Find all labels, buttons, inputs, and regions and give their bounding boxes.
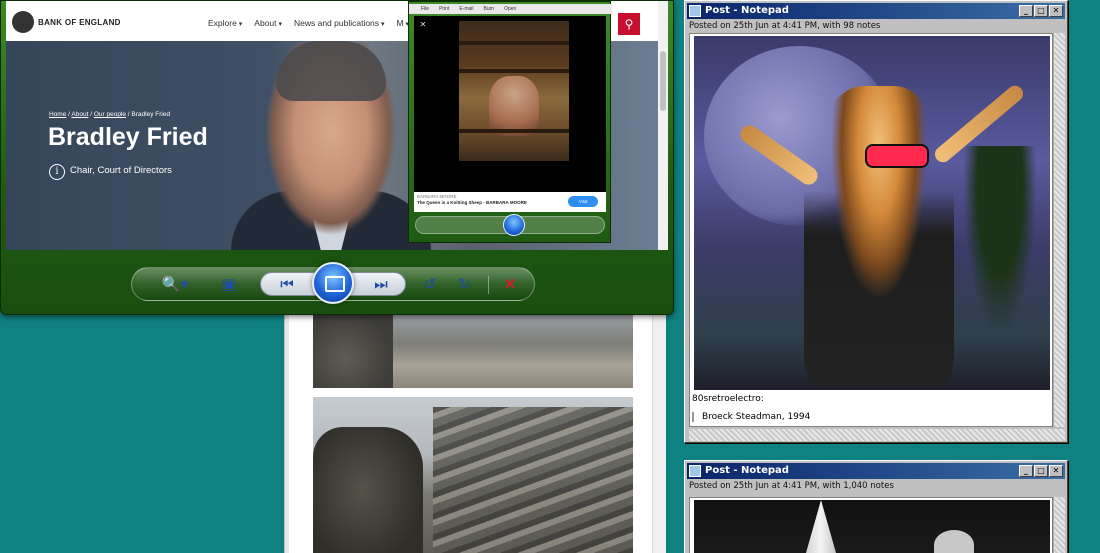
- webpage-scrollbar: [658, 1, 668, 250]
- zoom-icon[interactable]: 🔍▾: [158, 274, 192, 296]
- portrait-hair: [276, 41, 386, 101]
- mini-slideshow-icon[interactable]: [503, 214, 525, 236]
- mini-toolbar: [415, 214, 605, 236]
- boe-logo-icon: [12, 11, 34, 33]
- window-buttons: _ □ ✕: [1019, 465, 1063, 477]
- mini-menu-bar: File Print E-mail Burn Open: [409, 4, 612, 14]
- mini-menu-file[interactable]: File: [421, 4, 429, 14]
- mini-menu-email[interactable]: E-mail: [459, 4, 473, 14]
- viewer-toolbar: 🔍▾ ▣ ⏮ ⏭ ↺ ↻ ✕: [131, 262, 535, 304]
- mini-menu-burn[interactable]: Burn: [484, 4, 495, 14]
- minimize-icon[interactable]: _: [1019, 5, 1033, 17]
- mini-photo-viewer: File Print E-mail Burn Open ✕ BARBARA MO…: [408, 1, 612, 243]
- notepad-1-title: Post - Notepad: [705, 5, 789, 16]
- notepad-1-body[interactable]: 80sretroelectro: Broeck Steadman, 1994: [689, 33, 1053, 427]
- toolbar-separator: [488, 276, 489, 294]
- photo-viewer-window: BANK OF ENGLAND Explore About News and p…: [0, 0, 674, 315]
- palm-tree: [960, 146, 1040, 346]
- mini-page-image: ✕ BARBARA MOORE The Queen is a Knitting …: [414, 16, 606, 212]
- close-icon[interactable]: ✕: [1049, 465, 1063, 477]
- fit-window-icon[interactable]: ▣: [216, 274, 242, 296]
- statue-artwork: [694, 500, 1050, 553]
- info-icon: i: [49, 164, 65, 180]
- breadcrumb-our-people: Our people: [93, 111, 126, 118]
- next-icon[interactable]: ⏭: [368, 274, 394, 296]
- mini-menu-print[interactable]: Print: [439, 4, 449, 14]
- background-scrollbar[interactable]: [652, 300, 666, 553]
- close-icon[interactable]: ✕: [1049, 5, 1063, 17]
- boe-menu-explore: Explore: [208, 18, 242, 28]
- post-quote: Broeck Steadman, 1994: [692, 412, 810, 422]
- notepad-icon: [689, 5, 701, 17]
- notepad-icon: [689, 465, 701, 477]
- skeleton-body: [804, 86, 954, 386]
- notepad-1-titlebar[interactable]: Post - Notepad _ □ ✕: [687, 3, 1065, 19]
- close-icon: ✕: [419, 20, 427, 29]
- boe-search-icon: ⚲: [618, 13, 640, 35]
- red-sunglasses: [867, 146, 927, 166]
- slideshow-icon[interactable]: [312, 262, 354, 304]
- notepad-1-meta: Posted on 25th Jun at 4:41 PM, with 98 n…: [689, 21, 881, 31]
- visit-button: Visit: [568, 196, 598, 207]
- mini-menu-open[interactable]: Open: [504, 4, 516, 14]
- godzilla-image-bottom: [313, 397, 633, 553]
- window-buttons: _ □ ✕: [1019, 5, 1063, 17]
- rotate-counterclockwise-icon[interactable]: ↺: [418, 274, 442, 296]
- mini-footer: BARBARA MOORE The Queen is a Knitting Sh…: [414, 192, 606, 212]
- background-page: [289, 300, 661, 553]
- breadcrumb-about: About: [71, 111, 89, 118]
- minimize-icon[interactable]: _: [1019, 465, 1033, 477]
- breadcrumb-current: Bradley Fried: [131, 111, 171, 118]
- notepad-2-titlebar[interactable]: Post - Notepad _ □ ✕: [687, 463, 1065, 479]
- notepad-2-scrollbar[interactable]: [1053, 497, 1065, 553]
- delete-icon[interactable]: ✕: [498, 274, 522, 296]
- notepad-1-scrollbar[interactable]: [1053, 33, 1065, 427]
- boe-menu-about: About: [254, 18, 282, 28]
- boe-menu: Explore About News and publications M: [208, 18, 409, 28]
- breadcrumb-home: Home: [49, 111, 67, 118]
- skeleton-artwork: [694, 36, 1050, 390]
- notepad-window-2: Post - Notepad _ □ ✕ Posted on 25th Jun …: [684, 460, 1068, 553]
- maximize-icon[interactable]: □: [1034, 5, 1048, 17]
- maximize-icon[interactable]: □: [1034, 465, 1048, 477]
- notepad-2-body[interactable]: [689, 497, 1053, 553]
- previous-icon[interactable]: ⏮: [274, 274, 300, 296]
- post-caption: 80sretroelectro:: [692, 394, 764, 404]
- notepad-2-meta: Posted on 25th Jun at 4:41 PM, with 1,04…: [689, 481, 894, 491]
- notepad-1-hscrollbar[interactable]: [689, 429, 1065, 441]
- godzilla-image-top: [313, 314, 633, 388]
- boe-menu-news: News and publications: [294, 18, 385, 28]
- boe-org-name: BANK OF ENGLAND: [38, 18, 121, 27]
- pig-painting: [459, 21, 569, 161]
- breadcrumb: Home / About / Our people / Bradley Frie…: [49, 111, 171, 118]
- background-browser-window: [284, 300, 666, 553]
- rotate-clockwise-icon[interactable]: ↻: [452, 274, 476, 296]
- person-name: Bradley Fried: [48, 123, 208, 151]
- person-role: Chair, Court of Directors: [70, 165, 172, 176]
- notepad-2-title: Post - Notepad: [705, 465, 789, 476]
- notepad-window-1: Post - Notepad _ □ ✕ Posted on 25th Jun …: [684, 0, 1068, 443]
